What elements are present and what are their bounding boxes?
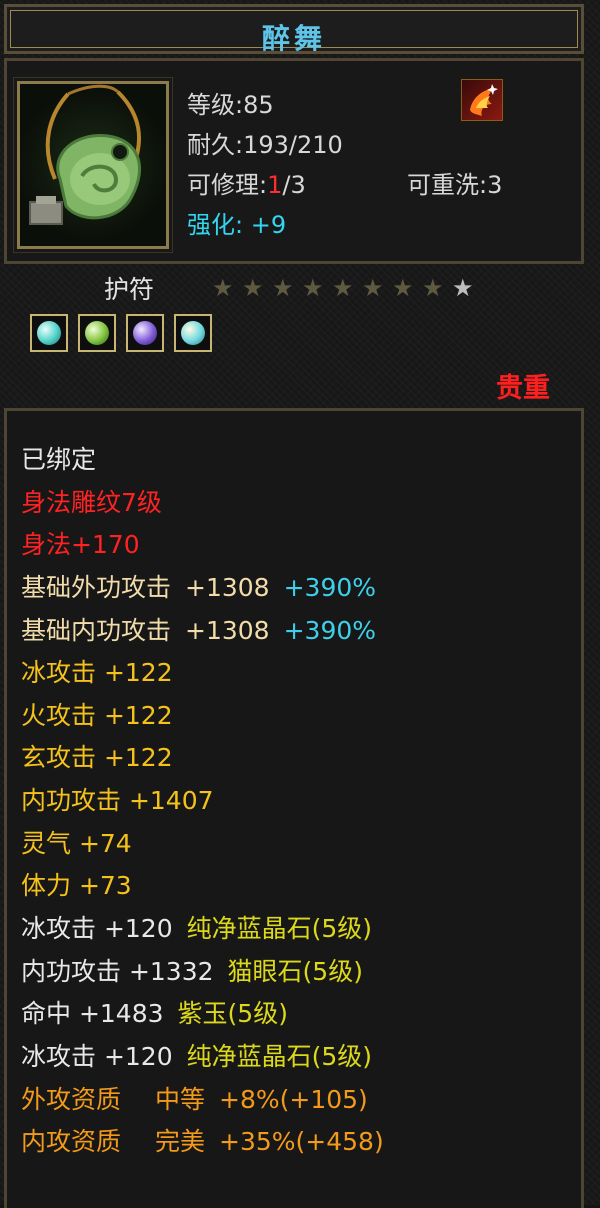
gem-slot-4[interactable]	[174, 314, 212, 352]
base-int-name: 基础内功攻击	[21, 616, 172, 645]
title-bar: 醉舞	[4, 4, 584, 55]
item-repairable: 可修理:1/3	[187, 165, 306, 200]
gem-attr-2: 内功攻击 +1332 猫眼石(5级)	[21, 957, 363, 987]
item-name: 醉舞	[261, 22, 326, 55]
external-quality-attr: 外攻资质 中等 +8%(+105)	[21, 1085, 368, 1115]
repair-prefix: 可修理:	[187, 171, 268, 199]
item-enhance: 强化: +9	[187, 211, 287, 239]
gem4-name: 纯净蓝晶石(5级)	[186, 1042, 373, 1071]
cyan-gem-icon	[181, 321, 205, 345]
attributes-panel: 已绑定 身法雕纹7级 身法+170 基础外功攻击 +1308 +390% 基础内功攻…	[4, 408, 584, 1208]
base-external-attack: 基础外功攻击 +1308 +390%	[21, 573, 376, 603]
base-int-value: +1308	[185, 616, 270, 645]
fire-phoenix-icon[interactable]	[461, 79, 503, 121]
jade-pendant-icon[interactable]	[13, 77, 173, 253]
gem4-stat: 冰攻击 +120	[21, 1042, 173, 1071]
star-filled-icon: ★	[362, 274, 384, 302]
item-tooltip: 醉舞 等级:85 耐久:193/210 可修理:1/3 可重洗:3 强化: +9	[0, 0, 600, 1208]
gem-attr-1: 冰攻击 +120 纯净蓝晶石(5级)	[21, 914, 372, 944]
int-quality-grade: 完美	[155, 1127, 206, 1156]
base-internal-attack: 基础内功攻击 +1308 +390%	[21, 616, 376, 646]
gem-slot-2[interactable]	[78, 314, 116, 352]
item-durability: 耐久:193/210	[187, 131, 343, 159]
cyan-gem-icon	[37, 321, 61, 345]
spirit-attr: 灵气 +74	[21, 829, 132, 858]
ext-quality-label: 外攻资质	[21, 1085, 122, 1114]
item-rewash: 可重洗:3	[407, 171, 503, 199]
int-quality-value: +35%(+458)	[219, 1127, 384, 1156]
repair-used: 1	[267, 171, 283, 199]
purple-gem-icon	[133, 321, 157, 345]
item-type: 护符	[104, 275, 155, 304]
green-gem-icon	[85, 321, 109, 345]
internal-attack-attr: 内功攻击 +1407	[21, 786, 214, 815]
base-int-pct: +390%	[283, 616, 377, 645]
base-ext-value: +1308	[185, 573, 270, 602]
gem-attr-3: 命中 +1483 紫玉(5级)	[21, 999, 288, 1029]
star-filled-icon: ★	[332, 274, 354, 302]
gem2-stat: 内功攻击 +1332	[21, 957, 214, 986]
star-filled-icon: ★	[422, 274, 444, 302]
item-level: 等级:85	[187, 91, 274, 119]
gem1-name: 纯净蓝晶石(5级)	[186, 914, 373, 943]
base-ext-pct: +390%	[283, 573, 377, 602]
gem1-stat: 冰攻击 +120	[21, 914, 173, 943]
gem3-name: 紫玉(5级)	[177, 999, 288, 1028]
xuan-attack-attr: 玄攻击 +122	[21, 743, 173, 772]
star-filled-icon: ★	[302, 274, 324, 302]
engrave-attr: 身法雕纹7级	[21, 488, 162, 517]
star-empty-icon: ★	[452, 274, 474, 302]
gem2-name: 猫眼石(5级)	[227, 957, 363, 986]
int-quality-label: 内攻资质	[21, 1127, 122, 1156]
gem-slot-3[interactable]	[126, 314, 164, 352]
base-ext-name: 基础外功攻击	[21, 573, 172, 602]
star-filled-icon: ★	[212, 274, 234, 302]
star-filled-icon: ★	[392, 274, 414, 302]
repair-suffix: /3	[282, 171, 306, 199]
gem3-stat: 命中 +1483	[21, 999, 164, 1028]
star-filled-icon: ★	[242, 274, 264, 302]
agility-attr: 身法+170	[21, 530, 140, 559]
gem-attr-4: 冰攻击 +120 纯净蓝晶石(5级)	[21, 1042, 372, 1072]
ice-attack-attr: 冰攻击 +122	[21, 658, 173, 687]
ext-quality-grade: 中等	[155, 1085, 206, 1114]
gem-slot-1[interactable]	[30, 314, 68, 352]
internal-quality-attr: 内攻资质 完美 +35%(+458)	[21, 1127, 384, 1157]
rarity-label: 贵重	[496, 373, 550, 404]
bound-status: 已绑定	[21, 445, 97, 474]
star-filled-icon: ★	[272, 274, 294, 302]
stamina-attr: 体力 +73	[21, 871, 132, 900]
ext-quality-value: +8%(+105)	[219, 1085, 368, 1114]
item-header-panel: 等级:85 耐久:193/210 可修理:1/3 可重洗:3 强化: +9	[4, 58, 584, 264]
fire-attack-attr: 火攻击 +122	[21, 701, 173, 730]
